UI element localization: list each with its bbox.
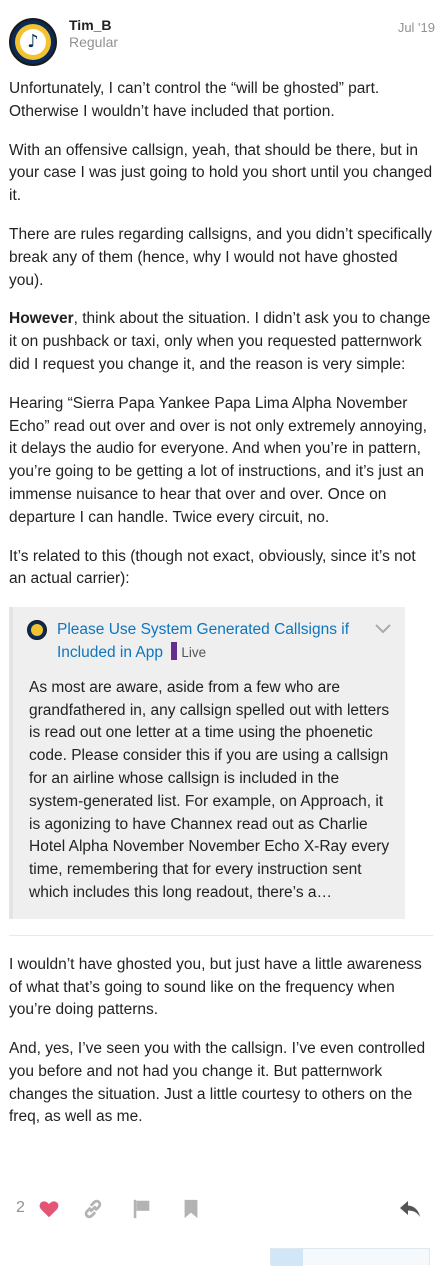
category-badge[interactable]: Live xyxy=(171,641,207,665)
post-date[interactable]: Jul '19 xyxy=(398,20,435,35)
user-title: Regular xyxy=(69,34,119,50)
progress-fill xyxy=(271,1249,303,1266)
paragraph-4: However, think about the situation. I di… xyxy=(9,308,433,376)
paragraph-1: Unfortunately, I can’t control the “will… xyxy=(9,80,380,120)
like-count[interactable]: 2 xyxy=(16,1199,25,1217)
category-label: Live xyxy=(181,644,207,660)
reply-icon[interactable] xyxy=(398,1198,422,1220)
paragraph-6: It’s related to this (though not exact, … xyxy=(9,547,416,588)
username[interactable]: Tim_B xyxy=(69,17,112,33)
team-logo-icon xyxy=(27,620,47,641)
avatar[interactable]: ♪ xyxy=(9,18,57,66)
paragraph-7: I wouldn’t have ghosted you, but just ha… xyxy=(9,955,422,1019)
paragraph-2: With an offensive callsign, yeah, that s… xyxy=(9,141,433,205)
topic-progress-bar[interactable] xyxy=(270,1248,430,1266)
flag-icon[interactable] xyxy=(131,1198,153,1220)
link-icon[interactable] xyxy=(82,1198,104,1220)
bookmark-icon[interactable] xyxy=(180,1198,202,1220)
paragraph-3: There are rules regarding callsigns, and… xyxy=(9,225,433,289)
onebox-title: Please Use System Generated Callsigns if… xyxy=(27,619,391,665)
quoted-topic-onebox: Please Use System Generated Callsigns if… xyxy=(9,607,405,919)
music-note-icon: ♪ xyxy=(27,31,39,52)
chevron-down-icon[interactable] xyxy=(375,619,391,642)
post-body: Unfortunately, I can’t control the “will… xyxy=(9,78,433,1145)
paragraph-4-bold: However xyxy=(9,310,74,328)
post-actions: 2 xyxy=(0,1190,439,1230)
category-color-square xyxy=(171,641,178,660)
divider xyxy=(9,934,433,936)
heart-icon[interactable] xyxy=(38,1198,60,1220)
paragraph-5: Hearing “Sierra Papa Yankee Papa Lima Al… xyxy=(9,394,427,526)
paragraph-8: And, yes, I’ve seen you with the callsig… xyxy=(9,1040,426,1126)
post-header: ♪ Tim_B Regular Jul '19 xyxy=(0,0,439,72)
onebox-excerpt: As most are aware, aside from a few who … xyxy=(29,678,390,901)
